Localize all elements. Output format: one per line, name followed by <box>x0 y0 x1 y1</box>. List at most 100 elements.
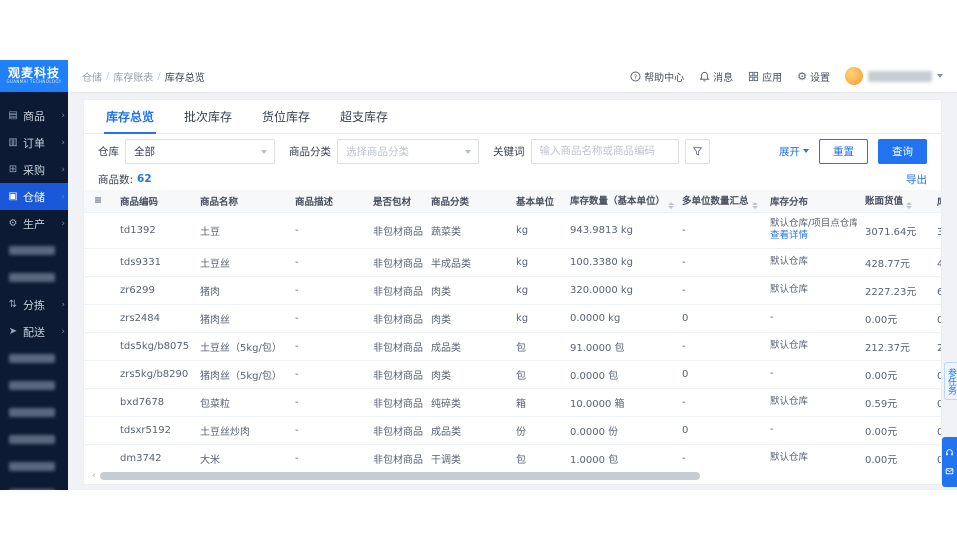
tab-overdraft-inventory[interactable]: 超支库存 <box>338 100 390 133</box>
blurred-label <box>9 273 55 282</box>
tab-bar: 库存总览 批次库存 货位库存 超支库存 <box>84 100 941 134</box>
cell-average-price: 2.33元 <box>929 332 941 361</box>
sorting-icon: ⇅ <box>8 299 18 310</box>
apps-icon <box>749 71 759 81</box>
sidebar-item-label: 分拣 <box>23 298 45 312</box>
sidebar-item-blurred[interactable] <box>0 480 68 490</box>
cell-book-value: 212.37元 <box>857 332 929 361</box>
cell: - <box>287 248 365 277</box>
chevron-right-icon: › <box>61 326 65 337</box>
cell: 猪肉丝（5kg/包） <box>192 360 287 389</box>
column-header[interactable]: 库存数量（基本单位） <box>562 190 674 213</box>
cell-distribution: 默认仓库 <box>762 444 857 470</box>
row-gutter <box>84 416 112 445</box>
cell: dm3742 <box>112 444 192 470</box>
cell-distribution: 默认仓库 <box>762 332 857 361</box>
column-header: 商品编码 <box>112 190 192 213</box>
column-header[interactable]: 账面货值 <box>857 190 929 213</box>
column-header: 是否包材 <box>365 190 423 213</box>
apps-button[interactable]: 应用 <box>748 69 782 84</box>
help-center-button[interactable]: ? 帮助中心 <box>630 69 684 84</box>
horizontal-scrollbar[interactable]: ‹ <box>92 470 933 482</box>
chevron-right-icon: › <box>61 191 65 202</box>
inventory-table: ≡ 商品编码 商品名称 商品描述 是否包材 商品分类 基本单位 库存数量（基本单位） 多单位数量… <box>84 190 941 470</box>
username-blurred <box>868 70 932 82</box>
sort-icon[interactable] <box>906 201 913 209</box>
export-link[interactable]: 导出 <box>906 172 927 187</box>
expand-label: 展开 <box>779 145 800 158</box>
cell: 成品类 <box>423 416 508 445</box>
breadcrumb-item[interactable]: 库存账表 <box>113 69 153 84</box>
cell: 非包材商品 <box>365 332 423 361</box>
sort-icon[interactable] <box>751 201 758 209</box>
task-panel-handle[interactable]: 参任务 <box>944 362 957 400</box>
logo: 观麦科技 GUANMAI TECHNOLOGY <box>0 60 68 92</box>
keyword-label: 关键词 <box>493 145 525 158</box>
cell: zrs2484 <box>112 304 192 333</box>
warehouse-select[interactable]: 全部 <box>125 138 275 164</box>
cell: - <box>287 416 365 445</box>
user-menu[interactable] <box>845 67 943 85</box>
column-header[interactable]: 多单位数量汇总 <box>674 190 762 213</box>
search-button[interactable]: 查询 <box>878 138 927 164</box>
table-header-row: ≡ 商品编码 商品名称 商品描述 是否包材 商品分类 基本单位 库存数量（基本单位） 多单位数量… <box>84 190 941 213</box>
scroll-left-arrow-icon[interactable]: ‹ <box>92 471 96 481</box>
chevron-right-icon: › <box>61 164 65 175</box>
sidebar-item-blurred[interactable] <box>0 399 68 426</box>
sidebar-item-blurred[interactable] <box>0 372 68 399</box>
sidebar-item-仓储[interactable]: ▣ 仓储 › <box>0 183 68 210</box>
breadcrumb-item[interactable]: 仓储 <box>82 69 102 84</box>
tab-inventory-overview[interactable]: 库存总览 <box>104 100 157 134</box>
cell: 箱 <box>508 388 562 417</box>
keyword-input[interactable] <box>530 138 679 164</box>
cell-distribution: - <box>762 304 857 333</box>
scrollbar-thumb[interactable] <box>99 472 700 480</box>
blurred-label <box>9 435 55 444</box>
blurred-label <box>9 489 55 490</box>
view-details-link[interactable]: 查看详情 <box>770 230 853 242</box>
tab-location-inventory[interactable]: 货位库存 <box>260 100 312 133</box>
sidebar-item-blurred[interactable] <box>0 237 68 264</box>
advanced-filter-button[interactable] <box>684 138 710 164</box>
cell-book-value: 0.00元 <box>857 304 929 333</box>
messages-button[interactable]: 消息 <box>699 69 733 84</box>
sidebar-item-生产[interactable]: ⚙ 生产 › <box>0 210 68 237</box>
cell: 非包材商品 <box>365 416 423 445</box>
sidebar-item-采购[interactable]: ⊞ 采购 › <box>0 156 68 183</box>
cell: 土豆丝 <box>192 248 287 277</box>
breadcrumb-separator: / <box>106 70 110 82</box>
sidebar-item-订单[interactable]: ▥ 订单 › <box>0 129 68 156</box>
category-placeholder: 选择商品分类 <box>346 145 409 158</box>
cell-distribution: 默认仓库 <box>762 276 857 305</box>
sidebar-item-label: 商品 <box>23 109 45 123</box>
cell-distribution: - <box>762 360 857 389</box>
sidebar-item-配送[interactable]: ➤ 配送 › <box>0 318 68 345</box>
cell: 0.0000 份 <box>562 416 674 445</box>
cell: kg <box>508 212 562 249</box>
sidebar-item-商品[interactable]: ▤ 商品 › <box>0 102 68 129</box>
column-settings-icon[interactable]: ≡ <box>94 195 102 206</box>
sidebar-item-blurred[interactable] <box>0 426 68 453</box>
settings-button[interactable]: ⚙ 设置 <box>797 69 830 84</box>
order-icon: ▥ <box>8 137 18 148</box>
warehouse-label: 仓库 <box>98 145 119 158</box>
cell: 大米 <box>192 444 287 470</box>
sidebar-item-分拣[interactable]: ⇅ 分拣 › <box>0 291 68 318</box>
cell-book-value: 0.00元 <box>857 444 929 470</box>
column-header: 库存分布 <box>762 190 857 213</box>
category-select[interactable]: 选择商品分类 <box>337 138 479 164</box>
sort-icon[interactable] <box>668 201 674 209</box>
row-gutter <box>84 248 112 277</box>
customer-service-widget[interactable] <box>942 437 957 487</box>
cell: 0 <box>674 416 762 445</box>
reset-button[interactable]: 重置 <box>819 138 868 164</box>
cell: kg <box>508 276 562 305</box>
sidebar-item-blurred[interactable] <box>0 345 68 372</box>
expand-toggle[interactable]: 展开 <box>779 144 809 159</box>
warehouse-value: 全部 <box>134 145 155 158</box>
sidebar-item-blurred[interactable] <box>0 453 68 480</box>
cell: 100.3380 kg <box>562 248 674 277</box>
scrollbar-track[interactable] <box>99 472 933 480</box>
tab-batch-inventory[interactable]: 批次库存 <box>182 100 234 133</box>
sidebar-item-blurred[interactable] <box>0 264 68 291</box>
